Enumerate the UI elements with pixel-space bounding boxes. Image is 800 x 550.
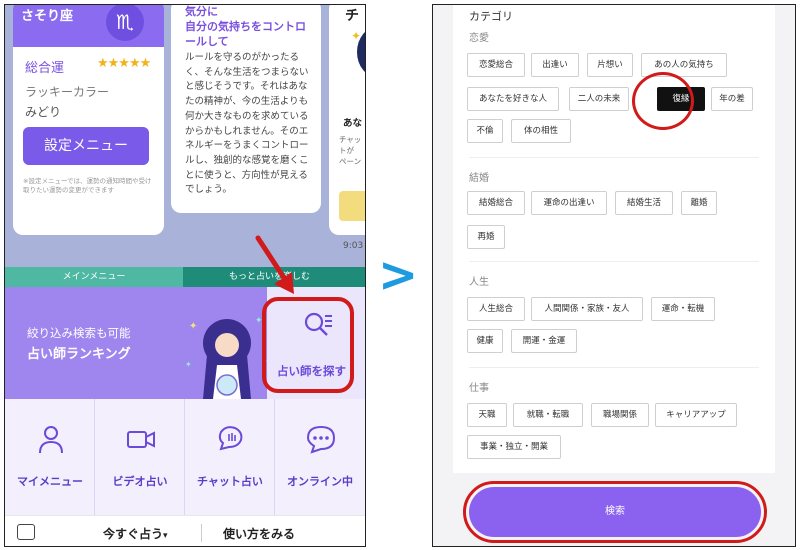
svg-text:✦: ✦ [189,321,197,332]
chip-career-up[interactable]: キャリアアップ [655,403,737,427]
chip-future-together[interactable]: 二人の未来 [569,87,629,111]
annotation-arrow-icon [255,235,294,294]
caret-down-icon: ▾ [163,531,168,541]
chat-promo-card[interactable]: チ ✦ あな チャッ トが ペーン [329,5,365,235]
tab-main-menu[interactable]: メインメニュー [5,267,183,287]
read-now-button[interactable]: 今すぐ占う▾ [103,525,168,542]
scorpio-icon: ♏ [106,5,144,41]
menu-grid: マイメニュー ビデオ占い チャット占い オンライン中 [5,399,365,515]
chip-life-general[interactable]: 人生総合 [467,297,525,321]
fortune-teller-illustration: ✦ ✦ ✦ ✦ [185,316,268,399]
fortune-message-title: 気分に 自分の気持ちをコントロールして [185,5,306,48]
annotation-ring-find-button [262,297,354,393]
section-life-title: 人生 [469,277,489,288]
how-to-use-link[interactable]: 使い方をみる [223,525,295,542]
grid-label: マイメニュー [17,475,83,488]
chip-age-gap[interactable]: 年の差 [711,87,753,111]
grid-chat-reading[interactable]: チャット占い [185,399,275,515]
chip-who-likes-you[interactable]: あなたを好きな人 [467,87,559,111]
settings-note: ※設定メニューでは、運勢の通知時間や受け取りたい運勢の変更ができます [23,177,152,194]
horoscope-card-carousel[interactable]: さそり座 ♏ 総合運 ★★★★★ ラッキーカラー みどり 設定メニュー ※設定メ… [5,5,365,267]
banner-subtitle: 絞り込み検索も可能 [27,326,131,340]
category-panel: カテゴリ 恋愛 恋愛総合 出逢い 片想い あの人の気持ち あなたを好きな人 二人… [453,5,775,473]
chip-workplace[interactable]: 職場関係 [591,403,649,427]
chevron-right-icon: > [378,247,419,303]
grid-label: ビデオ占い [112,475,168,488]
chip-marriage-general[interactable]: 結婚総合 [467,191,525,215]
bottom-bar: 今すぐ占う▾ 使い方をみる [5,515,365,546]
chip-destiny-turning-point[interactable]: 運命・転機 [651,297,715,321]
promo-subtext: チャッ トが ペーン [339,135,362,166]
chip-love-general[interactable]: 恋愛総合 [467,53,525,77]
promo-title: チ [345,8,359,24]
annotation-ring-search-button [463,481,767,543]
grid-my-menu[interactable]: マイメニュー [5,399,95,515]
overall-fortune-label: 総合運 [25,61,65,76]
grid-label: オンライン中 [287,475,353,488]
section-divider [469,261,759,262]
chip-affair[interactable]: 不倫 [467,119,503,143]
banner-title: 占い師ランキング [27,347,131,362]
grid-label: チャット占い [197,475,263,488]
fortune-message-card[interactable]: 気分に 自分の気持ちをコントロールして ルールを守るのがかったるく、そんな生活を… [171,5,321,213]
chip-job-change[interactable]: 就職・転職 [513,403,583,427]
divider [201,524,202,542]
lucky-color-value: みどり [25,105,62,119]
svg-text:✦: ✦ [185,360,192,369]
zodiac-sign-name: さそり座 [21,9,74,24]
left-phone-screenshot: さそり座 ♏ 総合運 ★★★★★ ラッキーカラー みどり 設定メニュー ※設定メ… [4,4,366,547]
section-marriage-title: 結婚 [469,173,489,184]
category-title: カテゴリ [469,10,513,23]
zodiac-card[interactable]: さそり座 ♏ 総合運 ★★★★★ ラッキーカラー みどり 設定メニュー ※設定メ… [13,5,164,235]
fortune-message-body: ルールを守るのがかったるく、そんな生活をつまらないと感じそうです。それはあなたの… [185,52,309,196]
chip-unrequited[interactable]: 片想い [587,53,633,77]
chip-luck-money[interactable]: 開運・金運 [511,329,577,353]
chip-fated-encounter[interactable]: 運命の出逢い [531,191,607,215]
chat-bubble-icon [306,425,336,454]
settings-menu-button[interactable]: 設定メニュー [23,127,149,165]
chat-hand-icon [218,426,243,451]
section-love-title: 恋愛 [469,33,489,44]
chip-divorce[interactable]: 離婚 [681,191,717,215]
next-step-chevron: > [378,250,418,300]
chip-relationships[interactable]: 人間関係・家族・友人 [531,297,643,321]
zodiac-band: さそり座 ♏ [13,5,164,47]
grid-video-reading[interactable]: ビデオ占い [95,399,185,515]
chip-remarriage[interactable]: 再婚 [467,225,505,249]
right-phone-screenshot: カテゴリ 恋愛 恋愛総合 出逢い 片想い あの人の気持ち あなたを好きな人 二人… [432,4,796,547]
chip-health[interactable]: 健康 [467,329,503,353]
promo-text: あな [343,118,363,129]
video-camera-icon [127,431,155,448]
grid-online-now[interactable]: オンライン中 [275,399,365,515]
section-divider [469,367,759,368]
promo-button[interactable] [339,191,365,221]
chip-calling[interactable]: 天職 [467,403,507,427]
menu-tabs: メインメニュー もっと占いを楽しむ [5,267,365,287]
keyboard-icon[interactable] [17,524,35,540]
chip-physical-compatibility[interactable]: 体の相性 [511,119,571,143]
person-icon [39,426,63,454]
star-rating: ★★★★★ [97,56,151,71]
read-now-label: 今すぐ占う [103,527,164,541]
annotation-ring-selected-chip [632,72,694,130]
lucky-color-label: ラッキーカラー [25,85,110,99]
section-work-title: 仕事 [469,383,489,394]
chip-encounter[interactable]: 出逢い [531,53,579,77]
clock-text: 9:03 [343,241,364,251]
chip-married-life[interactable]: 結婚生活 [615,191,673,215]
chip-business-startup[interactable]: 事業・独立・開業 [467,435,561,459]
section-divider [469,157,759,158]
